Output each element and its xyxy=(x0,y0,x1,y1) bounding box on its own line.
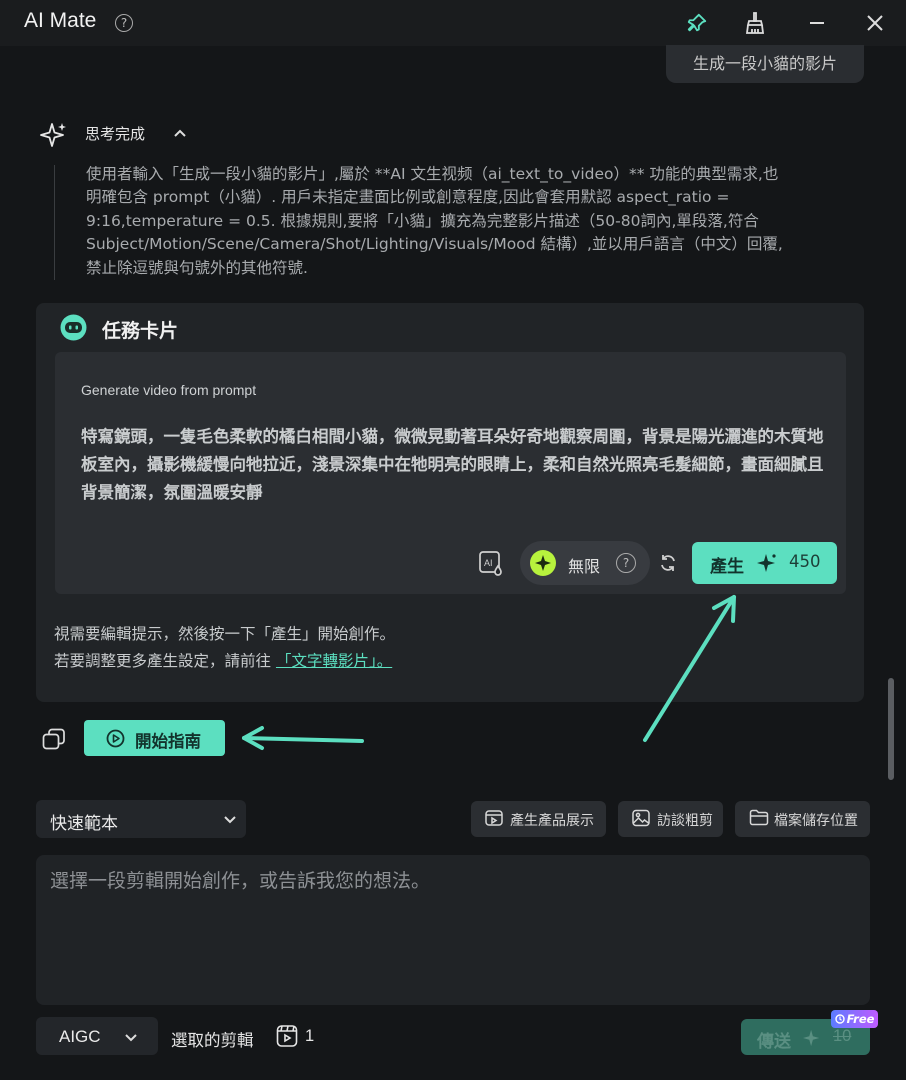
send-label: 傳送 xyxy=(757,1032,791,1052)
play-icon xyxy=(106,729,125,752)
arrow-to-guide xyxy=(242,736,364,743)
free-badge-label: Free xyxy=(846,1012,875,1026)
video-icon xyxy=(485,809,503,831)
arrow-to-generate xyxy=(643,595,736,742)
chip-product-showcase-label: 產生產品展示 xyxy=(510,813,594,829)
mode-label: AIGC xyxy=(59,1027,101,1046)
quick-template-label: 快速範本 xyxy=(50,814,118,834)
selected-clips-label: 選取的剪輯 xyxy=(171,1031,254,1050)
copy-icon[interactable] xyxy=(42,728,66,754)
chip-interview-rough-cut-label: 訪談粗剪 xyxy=(657,813,713,829)
chevron-down-icon xyxy=(222,812,238,832)
chevron-down-icon xyxy=(123,1030,139,1050)
free-badge-icon xyxy=(834,1014,845,1024)
folder-icon xyxy=(749,809,769,831)
chip-file-location-label: 檔案儲存位置 xyxy=(774,813,858,829)
chat-input[interactable] xyxy=(50,866,850,896)
scrollbar[interactable] xyxy=(888,678,894,780)
selected-clips-count: 1 xyxy=(305,1027,315,1045)
send-cost: 10 xyxy=(833,1027,852,1045)
send-spark-icon xyxy=(803,1029,821,1051)
start-guide-label: 開始指南 xyxy=(135,732,201,751)
image-icon xyxy=(632,809,650,831)
free-badge: Free xyxy=(831,1010,878,1028)
clip-icon xyxy=(276,1024,298,1052)
